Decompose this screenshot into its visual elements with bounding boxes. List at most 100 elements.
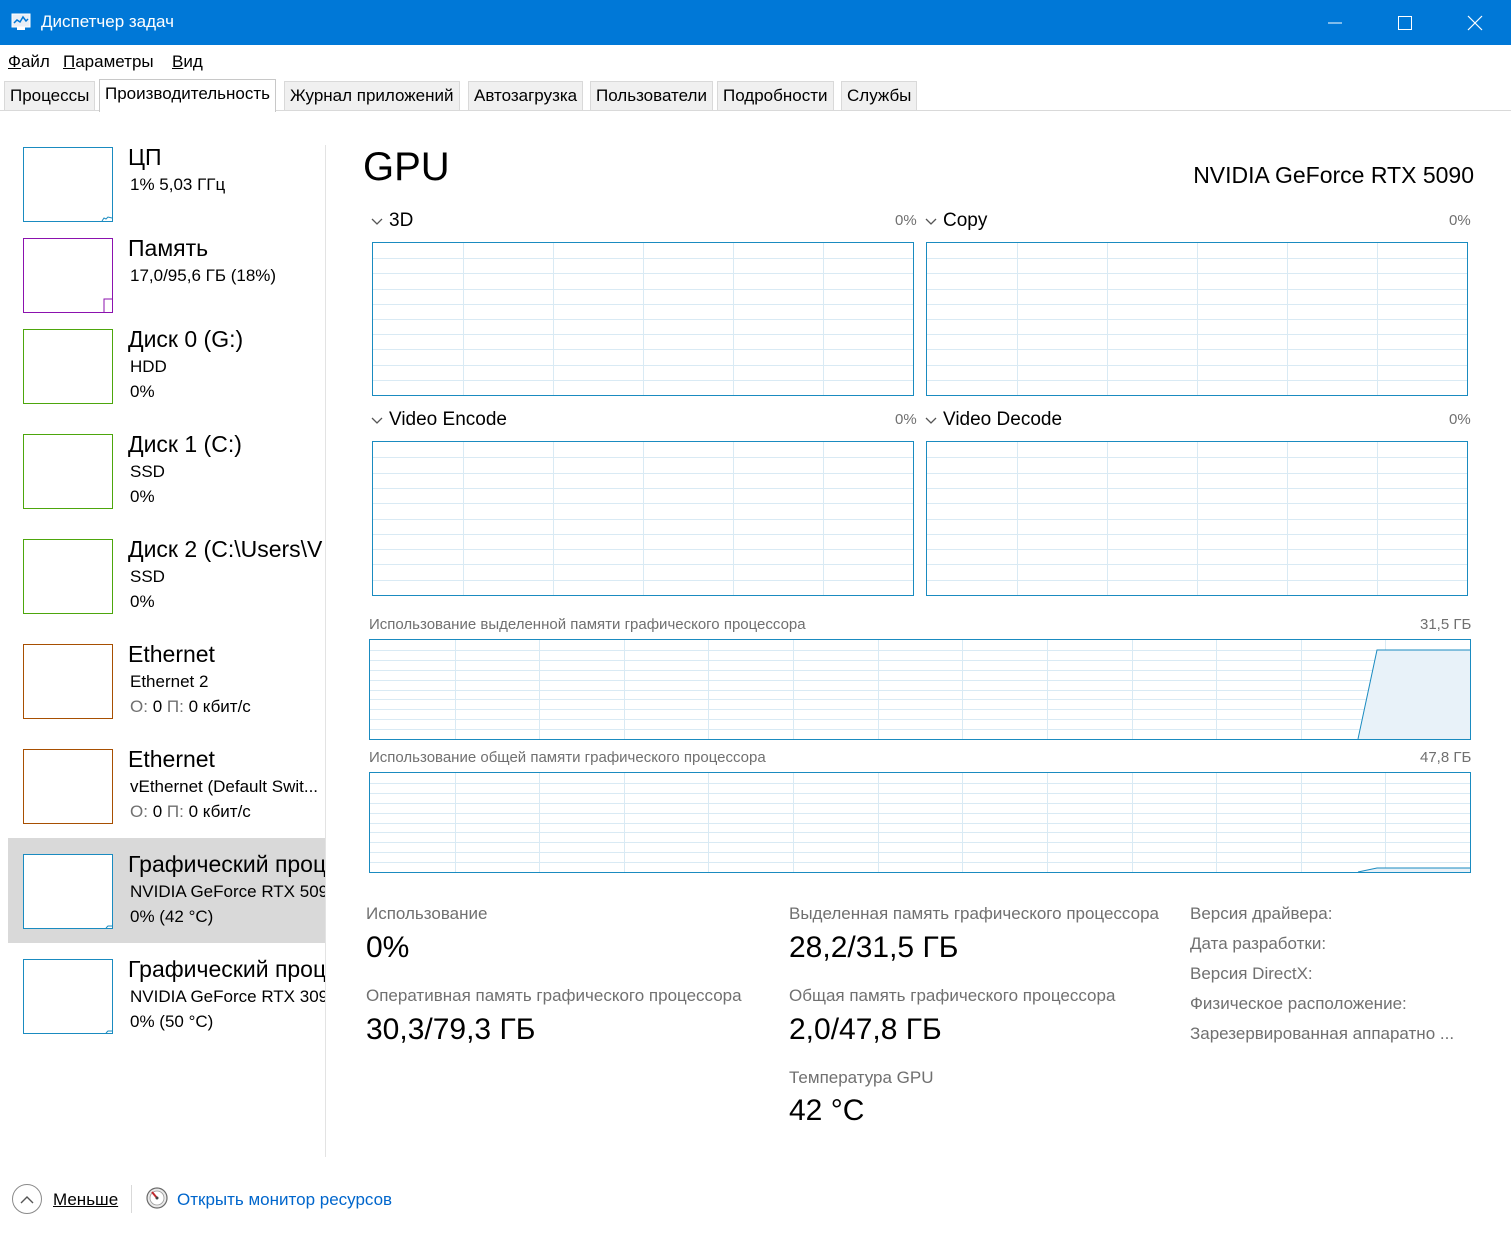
sidebar-disk2-usage: 0% <box>130 592 155 611</box>
dedicated-memory-value: 28,2/31,5 ГБ <box>789 931 959 964</box>
sidebar-memory-title: Память <box>128 235 209 261</box>
gpu-ram-value: 30,3/79,3 ГБ <box>366 1013 536 1046</box>
minimize-icon <box>1328 22 1342 23</box>
gpu1-thumbnail-graph <box>23 959 113 1034</box>
sidebar-disk1-title: Диск 1 (C:) <box>128 431 242 457</box>
shared-memory-graph-max: 47,8 ГБ <box>1420 749 1472 766</box>
gpu-model-name: NVIDIA GeForce RTX 5090 <box>1193 162 1474 188</box>
usage-value: 0% <box>366 931 410 964</box>
graph-gridlines <box>927 243 1467 395</box>
sidebar-item-vethernet[interactable]: Ethernet vEthernet (Default Swit... О: 0… <box>8 733 326 838</box>
gpu-temperature-value: 42 °C <box>789 1094 865 1127</box>
sidebar-disk1-type: SSD <box>130 462 165 481</box>
shared-memory-label: Общая память графического процессора <box>789 986 1116 1005</box>
fewer-details-button[interactable]: Меньше <box>53 1190 118 1210</box>
physical-location-label: Физическое расположение: <box>1190 994 1407 1013</box>
engine-encode-label: Video Encode <box>389 409 507 430</box>
sidebar-item-disk2[interactable]: Диск 2 (C:\Users\V SSD 0% <box>8 523 326 628</box>
graph-gridlines <box>927 442 1467 595</box>
close-icon <box>1467 15 1483 30</box>
engine-decode-graph <box>926 441 1468 596</box>
sidebar-vethernet-title: Ethernet <box>128 746 215 772</box>
menu-bar: Файл Параметры Вид <box>0 45 1511 77</box>
sidebar-gpu1-model: NVIDIA GeForce RTX 309 <box>130 987 326 1006</box>
send-prefix: О: <box>130 802 148 821</box>
graph-gridlines <box>370 773 1470 872</box>
resource-monitor-icon <box>146 1187 168 1209</box>
chevron-down-icon <box>371 210 383 232</box>
disk1-thumbnail-graph <box>23 434 113 509</box>
close-button[interactable] <box>1440 0 1510 45</box>
sidebar-vethernet-adapter: vEthernet (Default Swit... <box>130 777 319 796</box>
receive-value: 0 кбит/с <box>188 697 251 716</box>
sidebar-disk0-type: HDD <box>130 357 167 376</box>
sidebar-disk2-title: Диск 2 (C:\Users\V <box>128 536 323 562</box>
sidebar-divider <box>325 145 326 1157</box>
gpu0-thumbnail-graph <box>23 854 113 929</box>
sidebar-disk0-usage: 0% <box>130 382 155 401</box>
vethernet-thumbnail-graph <box>23 749 113 824</box>
sidebar-item-gpu0[interactable]: Графический проц NVIDIA GeForce RTX 509 … <box>8 838 326 943</box>
cpu-thumbnail-graph <box>23 147 113 222</box>
collapse-button[interactable] <box>12 1184 42 1214</box>
sidebar-item-disk0[interactable]: Диск 0 (G:) HDD 0% <box>8 313 326 418</box>
directx-version-label: Версия DirectX: <box>1190 964 1313 983</box>
gpu-temperature-label: Температура GPU <box>789 1068 934 1087</box>
sidebar-item-cpu[interactable]: ЦП 1% 5,03 ГГц <box>8 130 326 235</box>
hardware-reserved-label: Зарезервированная аппаратно ... <box>1190 1024 1455 1043</box>
engine-3d-selector[interactable]: 3D <box>371 210 413 232</box>
bottom-divider <box>131 1185 132 1213</box>
disk0-thumbnail-graph <box>23 329 113 404</box>
task-manager-icon <box>11 13 31 30</box>
engine-encode-selector[interactable]: Video Encode <box>371 409 507 431</box>
sidebar-gpu0-title: Графический проц <box>128 851 326 877</box>
sidebar-item-disk1[interactable]: Диск 1 (C:) SSD 0% <box>8 418 326 523</box>
sidebar-gpu0-usage: 0% (42 °C) <box>130 907 214 926</box>
open-resource-monitor-link[interactable]: Открыть монитор ресурсов <box>177 1190 392 1210</box>
menu-options[interactable]: Параметры <box>63 52 154 72</box>
chevron-down-icon <box>371 409 383 431</box>
menu-view[interactable]: Вид <box>172 52 203 72</box>
driver-version-label: Версия драйвера: <box>1190 904 1333 923</box>
minimize-button[interactable] <box>1300 0 1370 45</box>
receive-prefix: П: <box>166 697 184 716</box>
tab-performance[interactable]: Производительность <box>99 79 277 112</box>
sidebar-item-ethernet[interactable]: Ethernet Ethernet 2 О: 0 П: 0 кбит/с <box>8 628 326 733</box>
receive-prefix: П: <box>166 802 184 821</box>
engine-copy-graph <box>926 242 1468 396</box>
menu-view-label: ид <box>183 52 203 71</box>
menu-file[interactable]: Файл <box>8 52 50 72</box>
engine-copy-label: Copy <box>943 210 988 231</box>
sidebar-disk1-usage: 0% <box>130 487 155 506</box>
memory-thumbnail-graph <box>23 238 113 313</box>
chevron-down-icon <box>925 409 937 431</box>
menu-options-label: араметры <box>75 52 154 71</box>
menu-view-hotkey: В <box>172 52 184 71</box>
shared-memory-value: 2,0/47,8 ГБ <box>789 1013 942 1046</box>
window-title: Диспетчер задач <box>41 12 174 31</box>
send-value: 0 <box>152 802 163 821</box>
engine-copy-percent: 0% <box>1449 212 1471 229</box>
tab-app-history[interactable]: Журнал приложений <box>284 81 460 110</box>
sidebar-cpu-title: ЦП <box>128 144 162 170</box>
tab-processes[interactable]: Процессы <box>4 81 96 110</box>
tab-startup[interactable]: Автозагрузка <box>468 81 584 110</box>
sidebar-item-memory[interactable]: Память 17,0/95,6 ГБ (18%) <box>8 222 326 327</box>
tab-users[interactable]: Пользователи <box>590 81 713 110</box>
engine-decode-selector[interactable]: Video Decode <box>925 409 1062 431</box>
tab-services[interactable]: Службы <box>841 81 918 110</box>
driver-date-label: Дата разработки: <box>1190 934 1327 953</box>
dedicated-memory-graph-label: Использование выделенной памяти графичес… <box>369 616 806 633</box>
receive-value: 0 кбит/с <box>188 802 251 821</box>
sidebar-ethernet-title: Ethernet <box>128 641 215 667</box>
sidebar-disk2-type: SSD <box>130 567 165 586</box>
tab-details[interactable]: Подробности <box>717 81 834 110</box>
maximize-button[interactable] <box>1370 0 1440 45</box>
send-prefix: О: <box>130 697 148 716</box>
sidebar-item-gpu1[interactable]: Графический проц NVIDIA GeForce RTX 309 … <box>8 943 326 1048</box>
engine-copy-selector[interactable]: Copy <box>925 210 987 232</box>
chevron-up-icon <box>20 1195 34 1203</box>
disk2-thumbnail-graph <box>23 539 113 614</box>
engine-3d-percent: 0% <box>895 212 917 229</box>
chevron-down-icon <box>925 210 937 232</box>
